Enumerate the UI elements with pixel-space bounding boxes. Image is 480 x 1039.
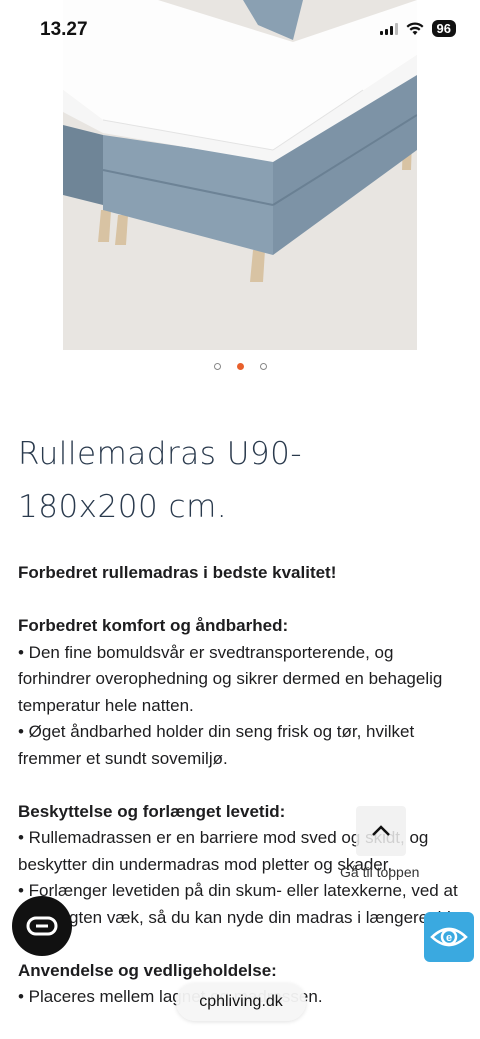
wifi-icon xyxy=(406,21,424,35)
carousel-dot-active[interactable] xyxy=(236,363,244,370)
carousel-dot[interactable] xyxy=(213,363,221,370)
accessibility-eye-button[interactable]: e xyxy=(424,912,474,962)
signal-icon xyxy=(379,22,398,35)
bullet-text: • Øget åndbarhed holder din seng frisk o… xyxy=(18,722,415,768)
carousel-dots xyxy=(0,363,480,370)
product-title-line1: Rullemadras U90- xyxy=(18,436,303,472)
back-to-top-label[interactable]: Gå til toppen xyxy=(340,864,419,880)
section-heading: Forbedret komfort og åndbarhed: xyxy=(18,616,289,635)
carousel-dot[interactable] xyxy=(259,363,267,370)
status-time: 13.27 xyxy=(40,19,88,40)
chevron-up-icon xyxy=(372,825,390,836)
browser-url-bar[interactable]: cphliving.dk xyxy=(176,983,306,1021)
status-bar: 13.27 96 xyxy=(0,0,480,60)
product-title-line2: 180x200 cm. xyxy=(18,489,228,525)
description-intro: Forbedret rullemadras i bedste kvalitet! xyxy=(18,563,337,582)
svg-text:e: e xyxy=(446,932,452,944)
product-description: Forbedret rullemadras i bedste kvalitet!… xyxy=(18,560,463,1011)
back-to-top-button[interactable] xyxy=(356,806,406,856)
section-heading: Anvendelse og vedligeholdelse: xyxy=(18,960,277,980)
co-logo-icon xyxy=(26,916,58,936)
co-widget-button[interactable] xyxy=(12,896,72,956)
status-icons: 96 xyxy=(379,20,456,37)
product-title: Rullemadras U90- 180x200 cm. xyxy=(18,428,418,534)
bullet-text: • Forlænger levetiden på din skum- eller… xyxy=(18,881,458,927)
bullet-text: • Den fine bomuldsvår er svedtransporter… xyxy=(18,642,443,715)
battery-icon: 96 xyxy=(431,20,456,37)
eye-icon: e xyxy=(430,927,468,947)
